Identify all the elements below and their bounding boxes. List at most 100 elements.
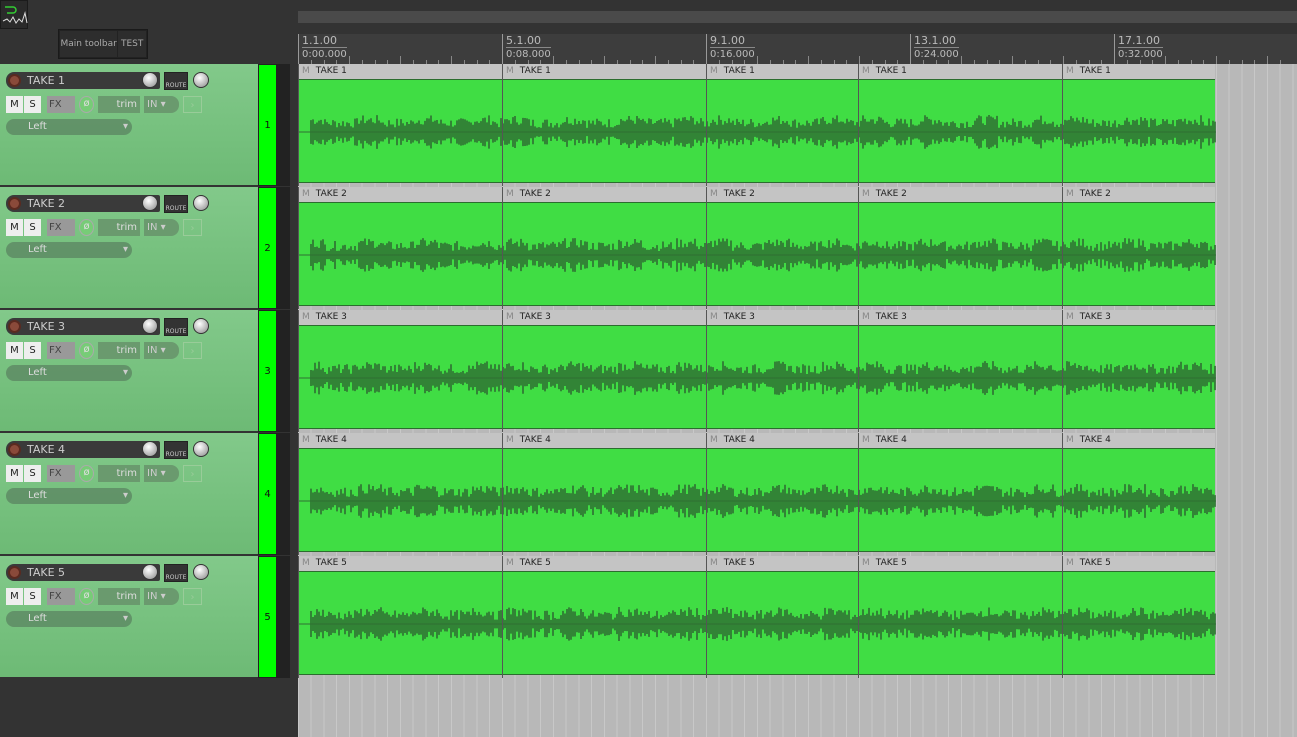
waveform[interactable] <box>859 325 1063 429</box>
solo-button[interactable]: S <box>24 342 41 359</box>
trim-automation-button[interactable]: trim <box>98 219 140 236</box>
media-item[interactable]: M TAKE 3 <box>298 310 503 432</box>
solo-button[interactable]: S <box>24 588 41 605</box>
item-mute-icon[interactable]: M <box>710 189 718 199</box>
item-mute-icon[interactable]: M <box>862 558 870 568</box>
route-button[interactable]: ROUTE <box>164 564 188 582</box>
waveform[interactable] <box>859 448 1063 552</box>
track-panel[interactable]: TAKE 1 ROUTE M S FX ø trim IN ▾ › Left ▾ <box>0 64 258 186</box>
item-header[interactable]: M TAKE 2 <box>859 187 1062 202</box>
input-channel-select[interactable]: Left ▾ <box>6 365 132 381</box>
fx-button[interactable]: FX <box>47 465 75 482</box>
track-name-field[interactable]: TAKE 4 <box>6 441 160 458</box>
item-mute-icon[interactable]: M <box>1066 558 1074 568</box>
item-mute-icon[interactable]: M <box>1066 189 1074 199</box>
item-header[interactable]: M TAKE 4 <box>503 433 706 448</box>
input-select-button[interactable]: IN ▾ <box>144 219 179 236</box>
mute-button[interactable]: M <box>6 96 23 113</box>
solo-button[interactable]: S <box>24 465 41 482</box>
track-number[interactable]: 1 <box>258 64 277 186</box>
input-channel-select[interactable]: Left ▾ <box>6 242 132 258</box>
waveform[interactable] <box>1063 448 1216 552</box>
item-mute-icon[interactable]: M <box>710 312 718 322</box>
fx-button[interactable]: FX <box>47 96 75 113</box>
io-routing-icon[interactable]: › <box>183 342 202 359</box>
media-item[interactable]: M TAKE 4 <box>858 433 1063 555</box>
main-toolbar-button[interactable]: Main toolbar <box>60 31 118 57</box>
input-select-button[interactable]: IN ▾ <box>144 342 179 359</box>
item-header[interactable]: M TAKE 1 <box>1063 64 1215 79</box>
item-header[interactable]: M TAKE 4 <box>859 433 1062 448</box>
track-number[interactable]: 5 <box>258 556 277 678</box>
item-header[interactable]: M TAKE 2 <box>1063 187 1215 202</box>
item-mute-icon[interactable]: M <box>506 189 514 199</box>
item-mute-icon[interactable]: M <box>862 312 870 322</box>
media-item[interactable]: M TAKE 4 <box>298 433 503 555</box>
track-number[interactable]: 2 <box>258 187 277 309</box>
item-header[interactable]: M TAKE 3 <box>1063 310 1215 325</box>
reaper-logo-icon[interactable] <box>0 0 28 29</box>
item-header[interactable]: M TAKE 2 <box>299 187 502 202</box>
media-item[interactable]: M TAKE 5 <box>706 556 859 678</box>
media-item[interactable]: M TAKE 3 <box>706 310 859 432</box>
media-item[interactable]: M TAKE 1 <box>1062 64 1216 186</box>
record-arm-button[interactable] <box>8 320 21 333</box>
item-mute-icon[interactable]: M <box>862 189 870 199</box>
waveform[interactable] <box>299 79 503 183</box>
item-header[interactable]: M TAKE 2 <box>503 187 706 202</box>
media-item[interactable]: M TAKE 3 <box>858 310 1063 432</box>
mute-button[interactable]: M <box>6 465 23 482</box>
solo-button[interactable]: S <box>24 96 41 113</box>
item-mute-icon[interactable]: M <box>506 435 514 445</box>
waveform[interactable] <box>1063 571 1216 675</box>
media-item[interactable]: M TAKE 5 <box>298 556 503 678</box>
item-header[interactable]: M TAKE 2 <box>707 187 858 202</box>
item-header[interactable]: M TAKE 3 <box>299 310 502 325</box>
phase-invert-icon[interactable]: ø <box>79 219 94 236</box>
record-arm-button[interactable] <box>8 74 21 87</box>
arrange-view[interactable]: M TAKE 1 M TAKE 1 M TAKE 1 M TAKE 1 M TAKE 1 … <box>298 64 1297 737</box>
item-mute-icon[interactable]: M <box>506 558 514 568</box>
item-header[interactable]: M TAKE 1 <box>859 64 1062 79</box>
trim-automation-button[interactable]: trim <box>98 465 140 482</box>
waveform[interactable] <box>859 79 1063 183</box>
track-name-field[interactable]: TAKE 1 <box>6 72 160 89</box>
mute-button[interactable]: M <box>6 219 23 236</box>
media-item[interactable]: M TAKE 1 <box>706 64 859 186</box>
volume-knob[interactable] <box>142 195 158 211</box>
media-item[interactable]: M TAKE 4 <box>706 433 859 555</box>
io-routing-icon[interactable]: › <box>183 96 202 113</box>
waveform[interactable] <box>1063 79 1216 183</box>
waveform[interactable] <box>707 571 859 675</box>
waveform[interactable] <box>707 325 859 429</box>
item-header[interactable]: M TAKE 1 <box>707 64 858 79</box>
media-item[interactable]: M TAKE 1 <box>502 64 707 186</box>
item-mute-icon[interactable]: M <box>302 66 310 76</box>
route-button[interactable]: ROUTE <box>164 195 188 213</box>
waveform[interactable] <box>503 79 707 183</box>
waveform[interactable] <box>1063 202 1216 306</box>
test-button[interactable]: TEST <box>118 31 146 57</box>
input-channel-select[interactable]: Left ▾ <box>6 488 132 504</box>
io-routing-icon[interactable]: › <box>183 219 202 236</box>
input-channel-select[interactable]: Left ▾ <box>6 119 132 135</box>
waveform[interactable] <box>503 325 707 429</box>
media-item[interactable]: M TAKE 5 <box>1062 556 1216 678</box>
input-select-button[interactable]: IN ▾ <box>144 465 179 482</box>
item-header[interactable]: M TAKE 4 <box>299 433 502 448</box>
media-item[interactable]: M TAKE 2 <box>298 187 503 309</box>
volume-knob[interactable] <box>142 318 158 334</box>
item-header[interactable]: M TAKE 1 <box>503 64 706 79</box>
item-header[interactable]: M TAKE 5 <box>859 556 1062 571</box>
waveform[interactable] <box>707 79 859 183</box>
item-mute-icon[interactable]: M <box>1066 312 1074 322</box>
item-mute-icon[interactable]: M <box>302 435 310 445</box>
mute-button[interactable]: M <box>6 588 23 605</box>
waveform[interactable] <box>299 325 503 429</box>
waveform[interactable] <box>299 448 503 552</box>
waveform[interactable] <box>299 202 503 306</box>
item-header[interactable]: M TAKE 3 <box>707 310 858 325</box>
route-button[interactable]: ROUTE <box>164 441 188 459</box>
io-routing-icon[interactable]: › <box>183 465 202 482</box>
item-header[interactable]: M TAKE 3 <box>859 310 1062 325</box>
